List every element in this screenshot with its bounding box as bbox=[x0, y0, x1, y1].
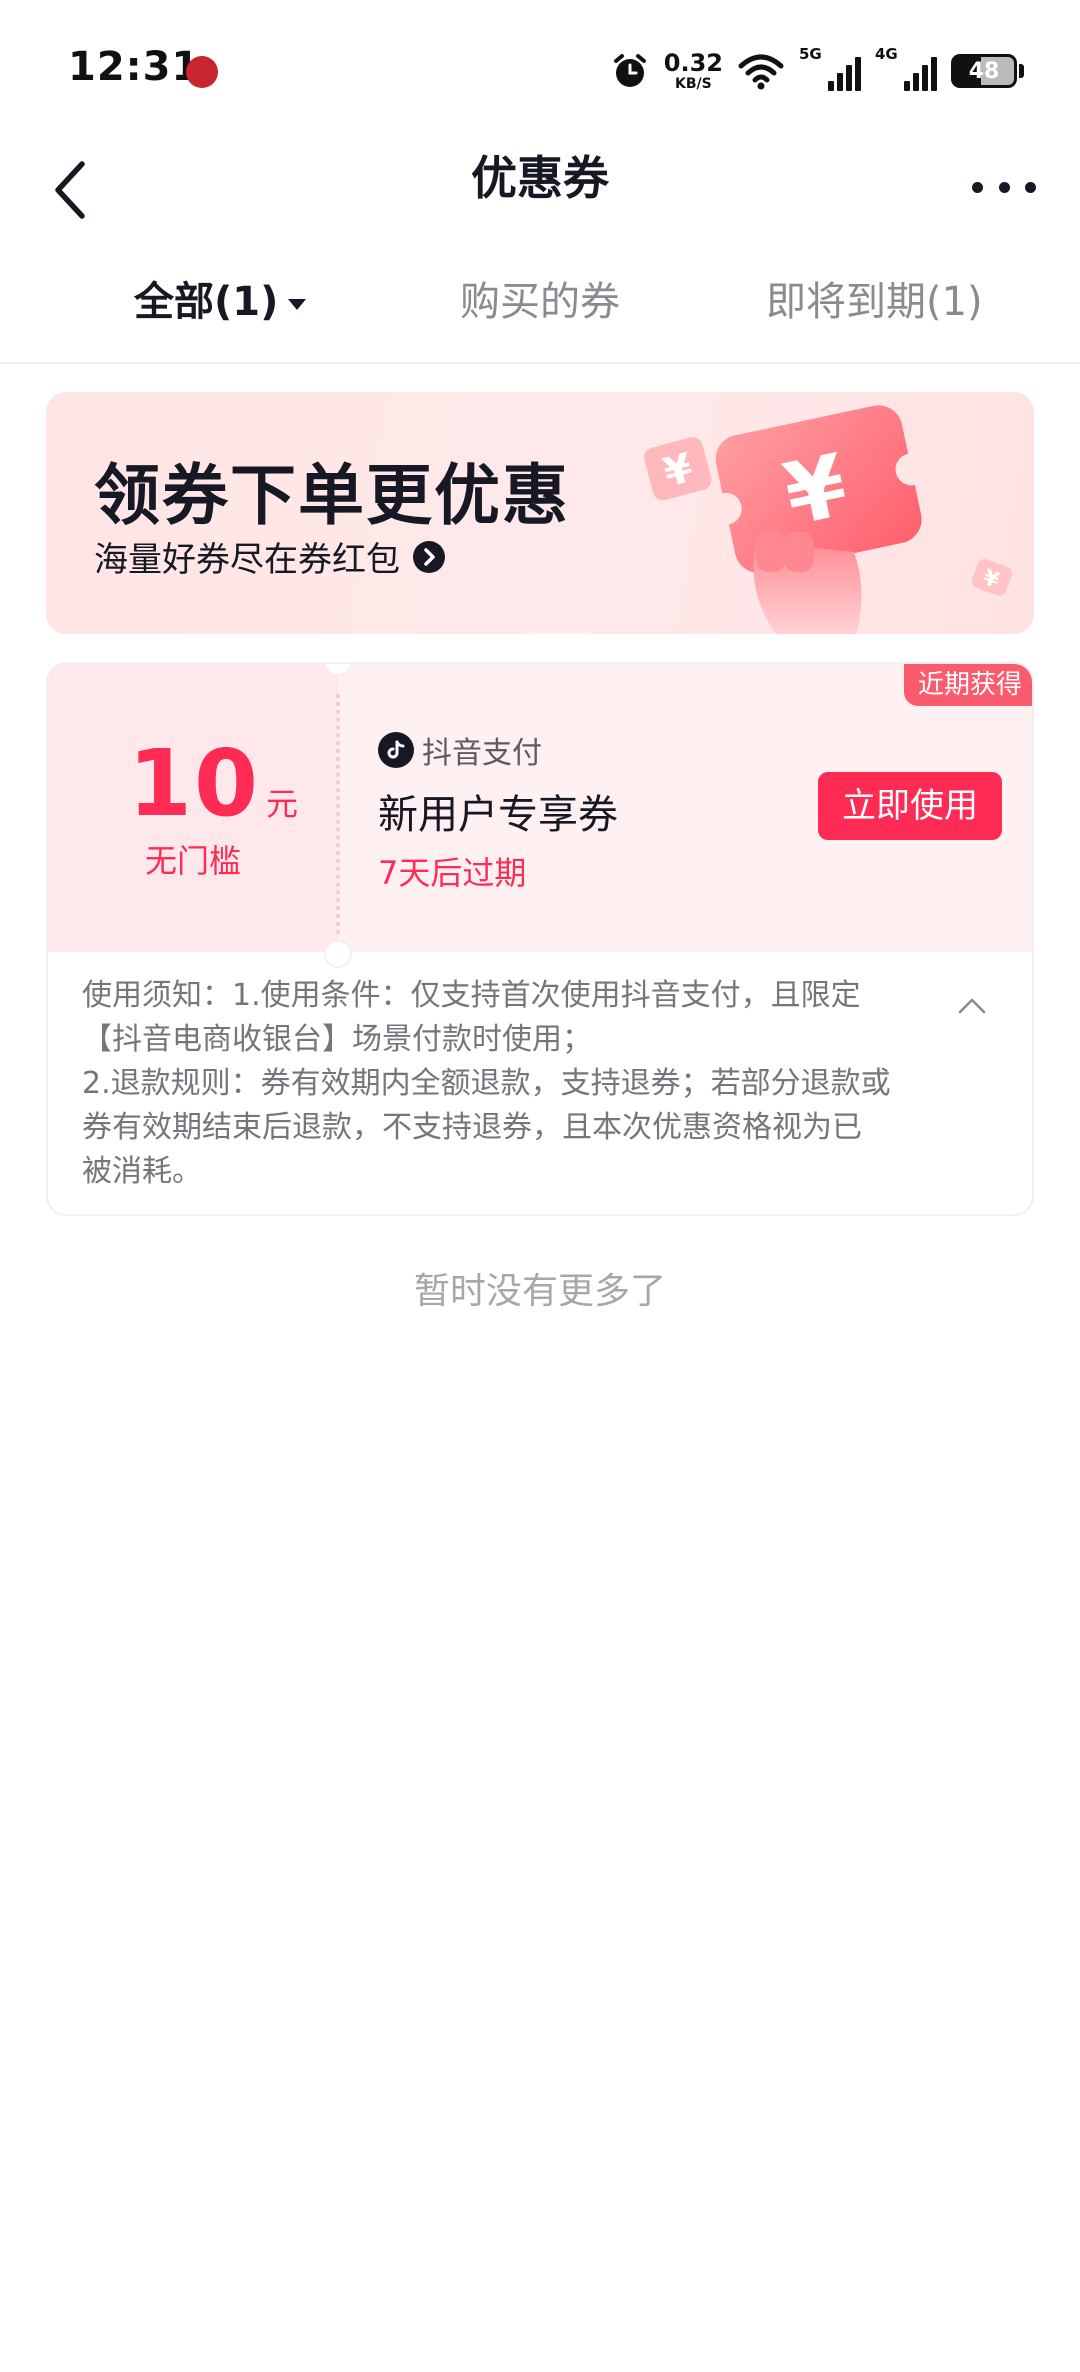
tab-all[interactable]: 全部(1) bbox=[134, 272, 307, 332]
douyin-note-icon bbox=[387, 740, 405, 759]
use-now-button[interactable]: 立即使用 bbox=[818, 772, 1002, 840]
coupon-note-line: 券有效期结束后退款，不支持退券，且本次优惠资格视为已 bbox=[82, 1110, 862, 1145]
coupon-card: 10 元 无门槛 近期获得 抖音支付 新用户专享券 7天后过期 立即使用 使用须 bbox=[46, 662, 1034, 1216]
network-speed: 0.32 KB/S bbox=[664, 51, 723, 91]
more-dot bbox=[1025, 181, 1036, 193]
coupon-amount-value: 10 bbox=[128, 730, 261, 837]
app-root: 12:31 0.32 KB/S 5G 4G 48 优惠券 全部(1) 购买的券 … bbox=[0, 0, 1080, 2372]
coupon-note-line: 【抖音电商收银台】场景付款时使用； bbox=[82, 1022, 592, 1057]
coupon-note-line: 使用须知：1.使用条件：仅支持首次使用抖音支付，且限定 bbox=[82, 978, 861, 1013]
arrow-circle-icon bbox=[413, 540, 445, 573]
coupon-name: 新用户专享券 bbox=[378, 792, 618, 838]
signal-4g-tag: 4G bbox=[875, 45, 898, 63]
wifi-icon bbox=[738, 54, 784, 90]
tab-expiring[interactable]: 即将到期(1) bbox=[766, 272, 983, 332]
coupon-amount-unit: 元 bbox=[266, 785, 299, 823]
coupon-usage-notes: 使用须知：1.使用条件：仅支持首次使用抖音支付，且限定 【抖音电商收银台】场景付… bbox=[82, 974, 952, 1194]
status-indicators: 0.32 KB/S 5G 4G 48 bbox=[596, 45, 1024, 94]
page-title: 优惠券 bbox=[471, 151, 609, 205]
status-time: 12:31 bbox=[68, 44, 201, 90]
promo-banner[interactable]: 领券下单更优惠 海量好券尽在券红包 ¥ ¥ ¥ bbox=[46, 392, 1034, 634]
coupon-notch-bottom bbox=[324, 940, 352, 968]
coupon-expiry: 7天后过期 bbox=[378, 854, 527, 892]
douyin-logo-icon bbox=[378, 732, 414, 768]
coupon-provider: 抖音支付 bbox=[378, 728, 542, 772]
battery-cap bbox=[1019, 64, 1024, 78]
coupon-divider bbox=[336, 694, 340, 934]
battery-level: 48 bbox=[968, 58, 1000, 84]
tab-bar: 全部(1) 购买的券 即将到期(1) bbox=[0, 250, 1080, 364]
more-dots-icon bbox=[972, 181, 983, 193]
banner-subtitle-text: 海量好券尽在券红包 bbox=[94, 540, 400, 580]
caret-down-icon bbox=[288, 298, 307, 310]
status-bar: 12:31 0.32 KB/S 5G 4G 48 bbox=[0, 0, 1080, 140]
chevron-up-icon[interactable] bbox=[954, 988, 990, 1024]
coupon-threshold: 无门槛 bbox=[144, 842, 241, 880]
tab-purchased[interactable]: 购买的券 bbox=[460, 272, 620, 332]
signal-4g-bars-icon bbox=[901, 57, 937, 91]
coupon-note-line: 被消耗。 bbox=[82, 1154, 202, 1189]
network-speed-unit: KB/S bbox=[675, 76, 712, 92]
no-more-text: 暂时没有更多了 bbox=[413, 1271, 666, 1312]
coupon-body: 10 元 无门槛 近期获得 抖音支付 新用户专享券 7天后过期 立即使用 bbox=[48, 664, 1032, 952]
network-speed-value: 0.32 bbox=[663, 49, 723, 77]
banner-subtitle[interactable]: 海量好券尽在券红包 bbox=[94, 532, 446, 581]
signal-5g-bars-icon bbox=[825, 57, 861, 91]
tab-all-label: 全部(1) bbox=[134, 279, 279, 325]
signal-5g-tag: 5G bbox=[799, 45, 822, 63]
alarm-icon bbox=[613, 54, 646, 87]
more-dot bbox=[998, 181, 1010, 193]
recent-badge: 近期获得 bbox=[903, 664, 1032, 706]
more-button[interactable] bbox=[972, 162, 1036, 212]
battery-icon: 48 bbox=[951, 54, 1017, 88]
signal-4g: 4G bbox=[875, 45, 937, 91]
coupon-note-line: 2.退款规则：券有效期内全额退款，支持退券；若部分退款或 bbox=[82, 1066, 891, 1101]
coupon-amount: 10 元 bbox=[128, 730, 298, 837]
notification-app-icon bbox=[186, 56, 218, 88]
banner-title: 领券下单更优惠 bbox=[94, 457, 570, 534]
nav-bar: 优惠券 bbox=[0, 140, 1080, 250]
signal-5g: 5G bbox=[799, 45, 861, 91]
coupon-provider-name: 抖音支付 bbox=[422, 736, 542, 771]
coupon-hand-illustration: ¥ ¥ ¥ bbox=[644, 405, 1013, 634]
